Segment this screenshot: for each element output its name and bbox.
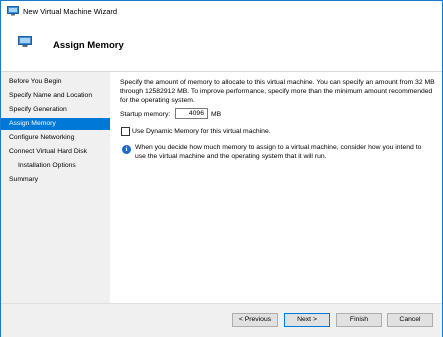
step-installation-options[interactable]: Installation Options [1, 160, 110, 172]
next-button[interactable]: Next > [284, 313, 330, 327]
hyper-v-app-icon [7, 6, 19, 16]
step-specify-name-and-location[interactable]: Specify Name and Location [1, 90, 110, 102]
window-title: New Virtual Machine Wizard [23, 7, 118, 16]
step-configure-networking[interactable]: Configure Networking [1, 132, 110, 144]
wizard-window: New Virtual Machine Wizard Assign Memory… [0, 0, 443, 337]
startup-memory-input[interactable] [175, 108, 208, 119]
step-assign-memory[interactable]: Assign Memory [1, 118, 110, 130]
startup-memory-unit: MB [211, 111, 222, 118]
wizard-header: Assign Memory [1, 21, 442, 72]
wizard-content: Specify the amount of memory to allocate… [110, 72, 442, 303]
page-title: Assign Memory [53, 40, 124, 51]
cancel-button[interactable]: Cancel [387, 313, 433, 327]
dynamic-memory-label[interactable]: Use Dynamic Memory for this virtual mach… [132, 127, 271, 136]
title-bar: New Virtual Machine Wizard [1, 1, 442, 21]
memory-monitor-icon [18, 36, 32, 48]
wizard-footer: < Previous Next > Finish Cancel [1, 303, 442, 337]
memory-info-text: When you decide how much memory to assig… [135, 144, 422, 160]
step-summary[interactable]: Summary [1, 174, 110, 186]
finish-button[interactable]: Finish [336, 313, 382, 327]
startup-memory-label: Startup memory: [120, 111, 171, 118]
memory-description: Specify the amount of memory to allocate… [120, 79, 435, 104]
step-specify-generation[interactable]: Specify Generation [1, 104, 110, 116]
dynamic-memory-checkbox[interactable] [121, 127, 130, 136]
info-icon: i [122, 145, 131, 154]
wizard-steps-sidebar: Before You Begin Specify Name and Locati… [1, 72, 110, 303]
step-connect-virtual-hard-disk[interactable]: Connect Virtual Hard Disk [1, 146, 110, 158]
step-before-you-begin[interactable]: Before You Begin [1, 76, 110, 88]
previous-button[interactable]: < Previous [232, 313, 278, 327]
